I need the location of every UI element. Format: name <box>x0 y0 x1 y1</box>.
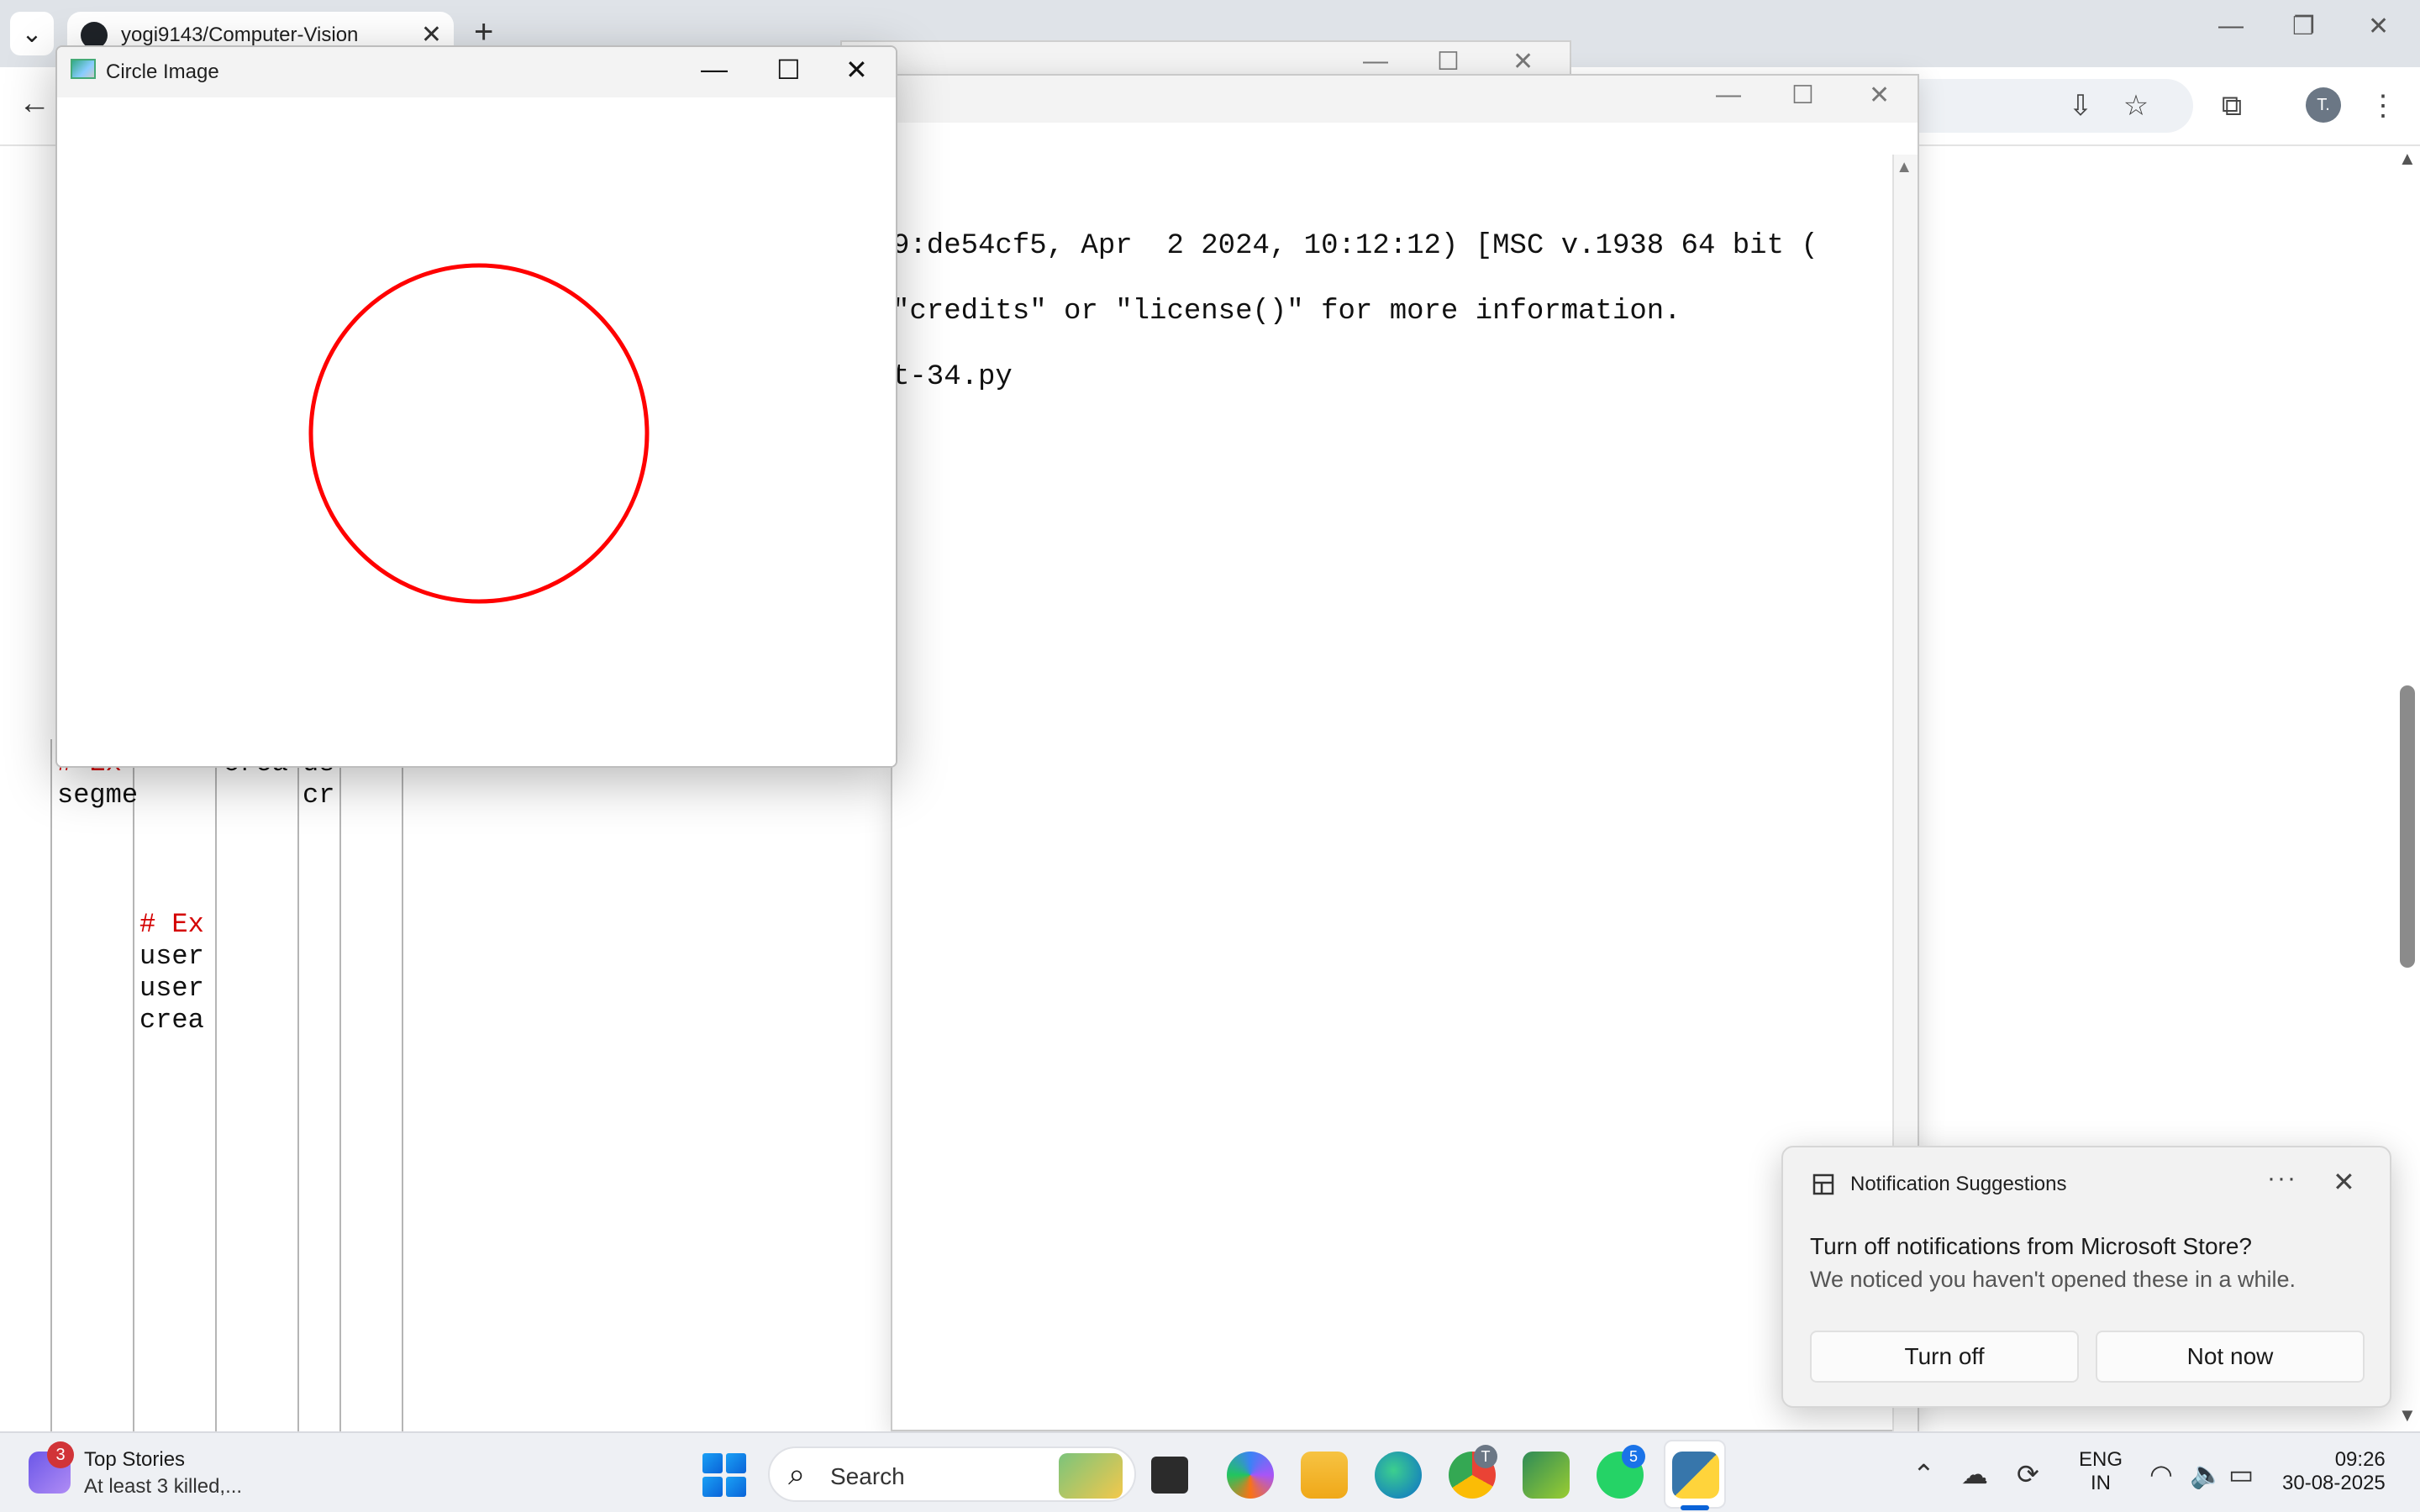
background-window-titlebar: — ☐ ✕ <box>840 40 1571 77</box>
task-view-icon[interactable] <box>1151 1457 1188 1494</box>
active-app-indicator <box>1681 1505 1709 1510</box>
turn-off-button[interactable]: Turn off <box>1810 1331 2079 1383</box>
address-bar[interactable]: ⇩ ☆ <box>1891 79 2193 133</box>
browser-restore-button[interactable]: ❐ <box>2292 12 2315 41</box>
shell-line: t-34.py <box>892 361 1013 393</box>
scroll-up-arrow-icon[interactable]: ▲ <box>1896 158 1912 177</box>
search-icon: ⌕ <box>788 1457 806 1491</box>
circle-image-window: Circle Image — ☐ ✕ <box>55 45 897 768</box>
onedrive-error-icon[interactable]: ☁ <box>1961 1458 1988 1490</box>
minimize-button[interactable]: — <box>701 54 728 85</box>
shell-maximize-button[interactable]: ☐ <box>1791 81 1814 110</box>
red-circle <box>308 263 650 604</box>
window-titlebar[interactable]: Circle Image — ☐ ✕ <box>57 47 896 97</box>
editor-divider <box>215 739 217 1431</box>
python-idle-icon[interactable] <box>1672 1452 1719 1499</box>
clock-date: 30-08-2025 <box>2282 1472 2386 1494</box>
code-line: cr <box>302 780 335 811</box>
shell-titlebar: — ☐ ✕ <box>892 76 1918 123</box>
file-explorer-icon[interactable] <box>1301 1452 1348 1499</box>
edge-icon[interactable] <box>1375 1452 1422 1499</box>
shell-line: 9:de54cf5, Apr 2 2024, 10:12:12) [MSC v.… <box>892 230 1818 262</box>
browser-minimize-button[interactable]: — <box>2218 12 2244 40</box>
tab-search-button[interactable]: ⌄ <box>10 12 54 55</box>
close-button[interactable]: ✕ <box>845 54 868 86</box>
maximize-button[interactable]: ☐ <box>776 54 801 86</box>
browser-close-button[interactable]: ✕ <box>2368 12 2389 41</box>
wifi-icon[interactable]: ◠ <box>2149 1458 2173 1490</box>
windows-logo-tile <box>702 1453 723 1473</box>
shell-line: "credits" or "license()" for more inform… <box>892 296 1681 328</box>
sync-icon[interactable]: ⟳ <box>2017 1458 2039 1490</box>
toast-heading: Turn off notifications from Microsoft St… <box>1810 1233 2252 1259</box>
chevron-down-icon: ⌄ <box>21 19 43 48</box>
code-line: segme <box>57 780 139 811</box>
idle-shell-window: — ☐ ✕ 9:de54cf5, Apr 2 2024, 10:12:12) [… <box>891 74 1919 1431</box>
show-hidden-icons-chevron-icon[interactable]: ⌃ <box>1912 1458 1935 1490</box>
language-code: ENG <box>2079 1448 2123 1471</box>
battery-icon[interactable]: ▭ <box>2228 1458 2254 1490</box>
profile-avatar[interactable]: T. <box>2306 87 2341 123</box>
windows-logo-tile <box>702 1477 723 1497</box>
minimize-icon[interactable]: — <box>1363 47 1388 76</box>
image-canvas[interactable] <box>57 97 896 766</box>
code-line: # Ex <box>139 909 204 940</box>
editor-divider <box>50 739 52 1431</box>
install-app-icon[interactable]: ⇩ <box>2062 87 2099 124</box>
news-subtitle: At least 3 killed,... <box>84 1475 243 1498</box>
back-button[interactable]: ← <box>18 86 50 122</box>
news-badge: 3 <box>47 1441 74 1468</box>
circle-image <box>308 263 650 604</box>
bookmark-star-icon[interactable]: ☆ <box>2118 87 2154 124</box>
language-indicator[interactable]: ENG IN <box>2079 1448 2123 1495</box>
windows-logo-tile <box>726 1453 746 1473</box>
clock-time: 09:26 <box>2334 1448 2386 1471</box>
toast-close-icon[interactable]: ✕ <box>2333 1166 2355 1198</box>
keyboard-region: IN <box>2091 1472 2111 1494</box>
clock[interactable]: 09:26 30-08-2025 <box>2282 1448 2386 1495</box>
search-placeholder: Search <box>830 1463 905 1489</box>
chrome-profile-badge: T <box>1474 1445 1497 1468</box>
copilot-icon[interactable] <box>1227 1452 1274 1499</box>
search-highlight-image <box>1059 1453 1123 1499</box>
editor-divider <box>133 739 134 1431</box>
not-now-button[interactable]: Not now <box>2096 1331 2365 1383</box>
code-line: crea <box>139 1005 204 1036</box>
editor-divider <box>297 739 299 1431</box>
maximize-icon[interactable]: ☐ <box>1437 47 1460 76</box>
tab-title: yogi9143/Computer-Vision <box>121 24 359 46</box>
whatsapp-badge: 5 <box>1622 1445 1645 1468</box>
editor-divider <box>339 739 341 1431</box>
notification-toast: Notification Suggestions ··· ✕ Turn off … <box>1781 1146 2391 1408</box>
taskbar-search[interactable]: ⌕ Search <box>768 1446 1136 1502</box>
notification-suggestions-icon <box>1812 1173 1834 1195</box>
close-icon[interactable]: ✕ <box>1512 47 1534 76</box>
news-title: Top Stories <box>84 1448 186 1471</box>
page-scrollbar-thumb[interactable] <box>2400 685 2415 968</box>
start-button[interactable] <box>702 1453 746 1497</box>
toast-body: We noticed you haven't opened these in a… <box>1810 1267 2296 1292</box>
volume-icon[interactable]: 🔈 <box>2190 1458 2223 1490</box>
scroll-up-arrow-icon[interactable]: ▲ <box>2398 148 2417 170</box>
windows-logo-tile <box>726 1477 746 1497</box>
more-options-icon[interactable]: ··· <box>2267 1164 2297 1193</box>
extensions-icon[interactable]: ⧉ <box>2213 87 2250 124</box>
shell-close-button[interactable]: ✕ <box>1869 81 1890 110</box>
opencv-window-icon <box>71 59 96 79</box>
taskbar: 3 Top Stories At least 3 killed,... ⌕ Se… <box>0 1431 2420 1512</box>
toast-app-name: Notification Suggestions <box>1850 1173 2067 1195</box>
code-line: user <box>139 941 204 972</box>
scroll-down-arrow-icon[interactable]: ▼ <box>2398 1404 2417 1426</box>
shell-minimize-button[interactable]: — <box>1716 81 1741 109</box>
window-title: Circle Image <box>106 60 219 83</box>
editor-divider <box>402 739 403 1431</box>
app-icon[interactable] <box>1523 1452 1570 1499</box>
menu-kebab-icon[interactable]: ⋮ <box>2365 87 2402 124</box>
code-line: user <box>139 973 204 1004</box>
editor-windows-stack: # Ex segme crea us cr # Ex user user cre… <box>50 739 403 1431</box>
